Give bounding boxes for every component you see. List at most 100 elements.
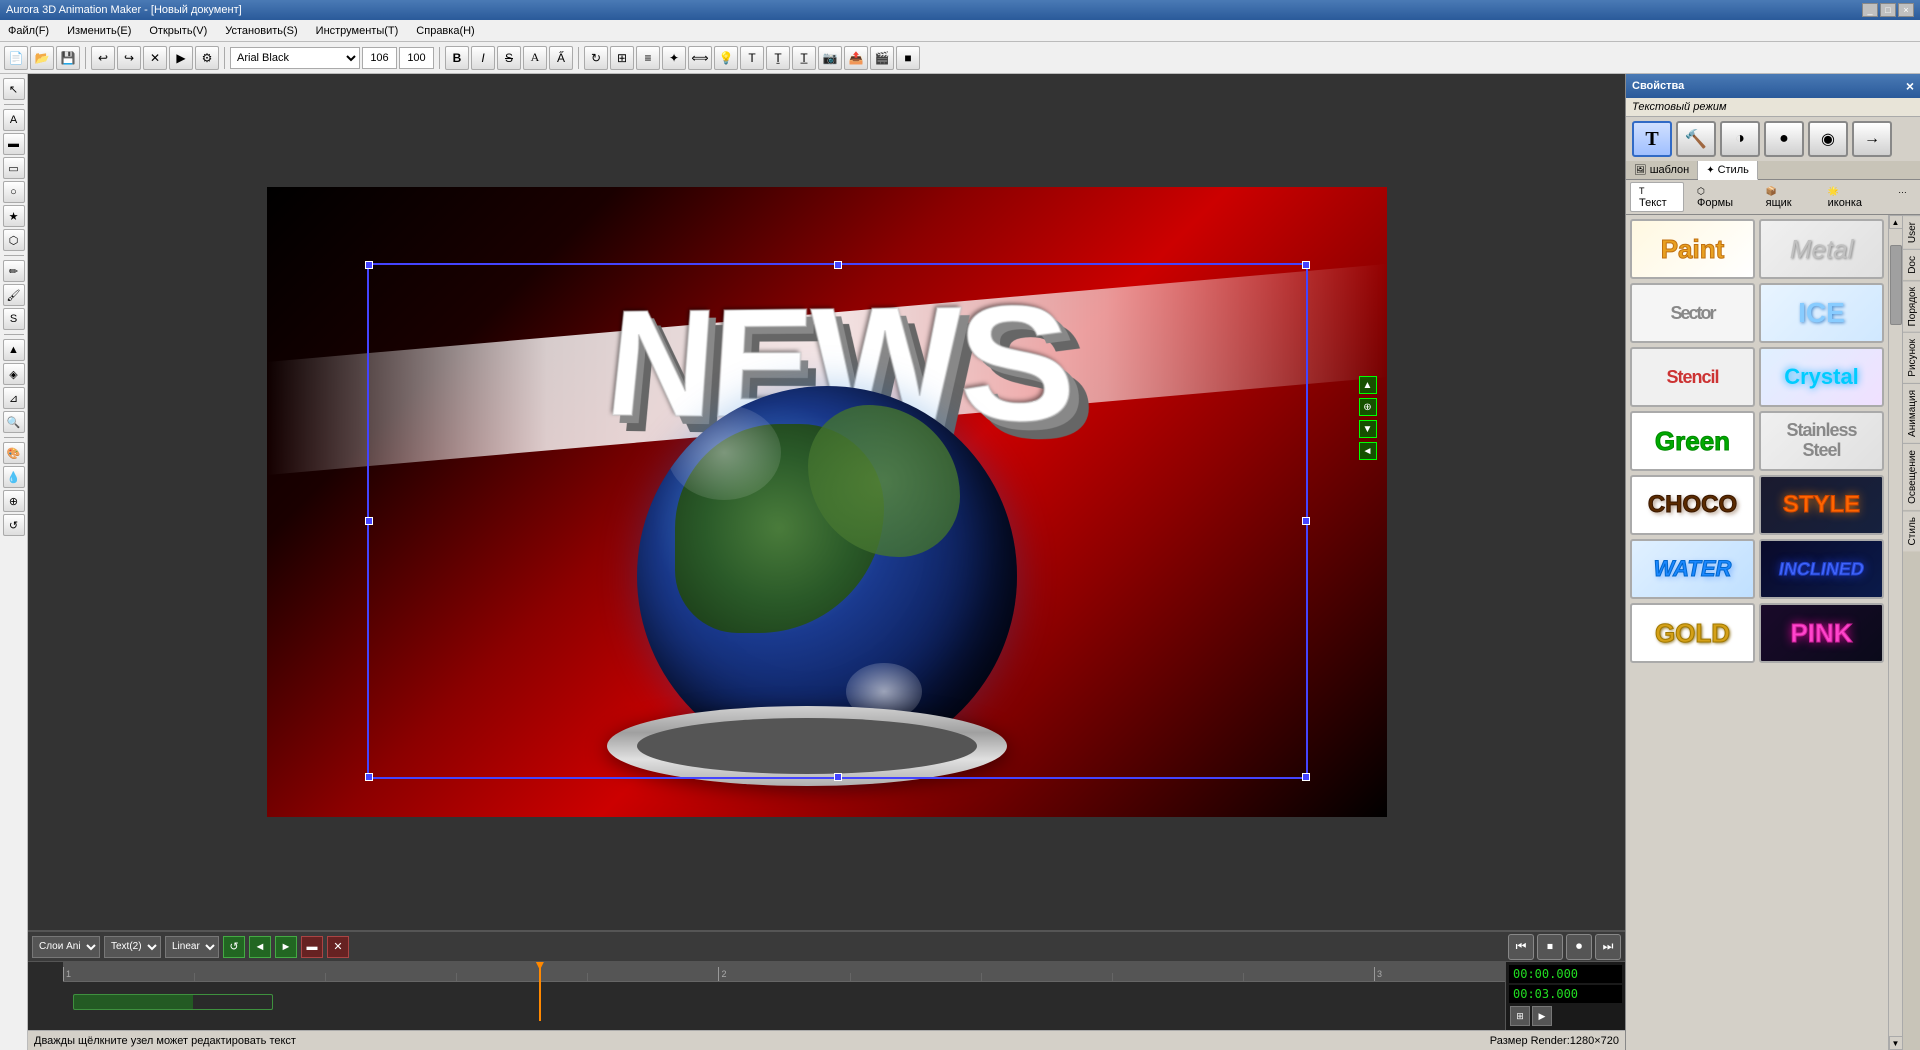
- scale-button[interactable]: ⟺: [688, 46, 712, 70]
- select-tool[interactable]: ↖: [3, 78, 25, 100]
- tl-bottom-btn1[interactable]: ⊞: [1510, 1006, 1530, 1026]
- tab-template[interactable]: 🖼 шаблон: [1626, 161, 1698, 179]
- bold-button[interactable]: B: [445, 46, 469, 70]
- minimize-button[interactable]: _: [1862, 3, 1878, 17]
- object-select[interactable]: Text(2): [104, 936, 161, 958]
- transport-play[interactable]: ⏭: [1595, 934, 1621, 960]
- camera-button[interactable]: 📷: [818, 46, 842, 70]
- side-tab-style[interactable]: Стиль: [1903, 510, 1920, 551]
- side-tab-doc[interactable]: Doc: [1903, 249, 1920, 280]
- style-paint[interactable]: Paint: [1630, 219, 1755, 279]
- tab-style[interactable]: ✦ Стиль: [1698, 161, 1758, 180]
- arrow-select-btn[interactable]: ⊕: [1359, 398, 1377, 416]
- subtab-icon[interactable]: 🌟 иконка: [1819, 182, 1885, 212]
- style-green[interactable]: Green: [1630, 411, 1755, 471]
- style-pink[interactable]: PINK: [1759, 603, 1884, 663]
- open-button[interactable]: 📂: [30, 46, 54, 70]
- font-name-select[interactable]: Arial Black: [230, 47, 360, 69]
- align-button[interactable]: ≡: [636, 46, 660, 70]
- bg-button[interactable]: ■: [896, 46, 920, 70]
- zoom-tool[interactable]: 🔍: [3, 411, 25, 433]
- mode-hammer-btn[interactable]: 🔨: [1676, 121, 1716, 157]
- side-tab-drawing[interactable]: Рисунок: [1903, 332, 1920, 383]
- move3d-tool[interactable]: ⊕: [3, 490, 25, 512]
- side-tab-user[interactable]: User: [1903, 215, 1920, 249]
- prev-keyframe-btn[interactable]: ◄: [249, 936, 271, 958]
- redo-button[interactable]: ↪: [117, 46, 141, 70]
- font-size-input[interactable]: [362, 47, 397, 69]
- brush-tool[interactable]: 🖌: [3, 284, 25, 306]
- preview-button[interactable]: ⚙: [195, 46, 219, 70]
- save-button[interactable]: 💾: [56, 46, 80, 70]
- tl-bottom-btn2[interactable]: ▶: [1532, 1006, 1552, 1026]
- styles-scrollbar[interactable]: ▲ ▼: [1888, 215, 1902, 1050]
- rotate-button[interactable]: ↻: [584, 46, 608, 70]
- side-tab-lighting[interactable]: Освещение: [1903, 443, 1920, 510]
- star-tool[interactable]: ★: [3, 205, 25, 227]
- arrow-down-btn[interactable]: ▼: [1359, 420, 1377, 438]
- subtab-extra[interactable]: …: [1889, 182, 1916, 212]
- style-sector[interactable]: Sector: [1630, 283, 1755, 343]
- text-tool[interactable]: A: [3, 109, 25, 131]
- transport-rewind[interactable]: ⏮: [1508, 934, 1534, 960]
- menu-edit[interactable]: Изменить(E): [63, 23, 135, 39]
- menu-open[interactable]: Открыть(V): [145, 23, 211, 39]
- strikethrough-button[interactable]: S: [497, 46, 521, 70]
- subtab-shapes[interactable]: ⬡ Формы: [1688, 182, 1753, 212]
- scroll-thumb[interactable]: [1890, 245, 1902, 325]
- text-btn3[interactable]: T̲: [792, 46, 816, 70]
- menu-file[interactable]: Файл(F): [4, 23, 53, 39]
- scroll-up-arrow[interactable]: ▲: [1889, 215, 1903, 229]
- italic-button[interactable]: I: [471, 46, 495, 70]
- side-tab-animation[interactable]: Анимация: [1903, 383, 1920, 443]
- circle-tool[interactable]: ○: [3, 181, 25, 203]
- extrude-tool[interactable]: ◈: [3, 363, 25, 385]
- pencil-tool[interactable]: ✏: [3, 260, 25, 282]
- export-button[interactable]: 📤: [844, 46, 868, 70]
- transport-stop[interactable]: ⏹: [1537, 934, 1563, 960]
- mode-text-btn[interactable]: T: [1632, 121, 1672, 157]
- color-tool[interactable]: 🎨: [3, 442, 25, 464]
- remove-keyframe-btn[interactable]: ▬: [301, 936, 323, 958]
- menu-setup[interactable]: Установить(S): [221, 23, 301, 39]
- style-stylr[interactable]: STYLE: [1759, 475, 1884, 535]
- mode-sphere-btn[interactable]: ●: [1764, 121, 1804, 157]
- spiro-tool[interactable]: S: [3, 308, 25, 330]
- rotate3d-tool[interactable]: ↺: [3, 514, 25, 536]
- panel-close-button[interactable]: ×: [1906, 78, 1914, 94]
- menu-tools[interactable]: Инструменты(T): [312, 23, 403, 39]
- transform-button[interactable]: ⊞: [610, 46, 634, 70]
- undo-button[interactable]: ↩: [91, 46, 115, 70]
- round-rect-tool[interactable]: ▭: [3, 157, 25, 179]
- mode-arrow-btn[interactable]: →: [1852, 121, 1892, 157]
- render-button[interactable]: ▶: [169, 46, 193, 70]
- arrow-up-btn[interactable]: ▲: [1359, 376, 1377, 394]
- style-stencil[interactable]: Stencil: [1630, 347, 1755, 407]
- style-crystal[interactable]: Crystal: [1759, 347, 1884, 407]
- special-button[interactable]: A̋: [549, 46, 573, 70]
- path-tool[interactable]: ⊿: [3, 387, 25, 409]
- subtab-text[interactable]: T Текст: [1630, 182, 1684, 212]
- move-button[interactable]: ✦: [662, 46, 686, 70]
- maximize-button[interactable]: □: [1880, 3, 1896, 17]
- light-button[interactable]: 💡: [714, 46, 738, 70]
- close-button[interactable]: ×: [1898, 3, 1914, 17]
- eyedropper-tool[interactable]: 💧: [3, 466, 25, 488]
- add-keyframe-btn[interactable]: ↺: [223, 936, 245, 958]
- shadow-button[interactable]: A: [523, 46, 547, 70]
- menu-help[interactable]: Справка(H): [412, 23, 478, 39]
- arrow-left-btn[interactable]: ◄: [1359, 442, 1377, 460]
- poly-tool[interactable]: ⬡: [3, 229, 25, 251]
- subtab-box[interactable]: 📦 ящик: [1757, 182, 1815, 212]
- mode-circle-btn[interactable]: ◉: [1808, 121, 1848, 157]
- style-inclined[interactable]: INCLINED: [1759, 539, 1884, 599]
- new-button[interactable]: 📄: [4, 46, 28, 70]
- font-scale-input[interactable]: [399, 47, 434, 69]
- render2-button[interactable]: 🎬: [870, 46, 894, 70]
- layer-select[interactable]: Слои Ani: [32, 936, 100, 958]
- style-gold[interactable]: GOLD: [1630, 603, 1755, 663]
- transport-record[interactable]: ⏺: [1566, 934, 1592, 960]
- mode-shape-btn[interactable]: ◑: [1720, 121, 1760, 157]
- shape3d-tool[interactable]: ▲: [3, 339, 25, 361]
- style-metal[interactable]: Metal: [1759, 219, 1884, 279]
